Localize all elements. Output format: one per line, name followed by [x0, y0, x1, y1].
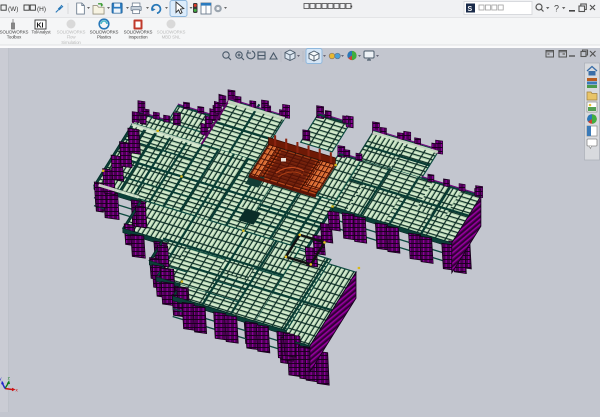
svg-text:(W): (W)	[8, 6, 18, 13]
svg-text:(H): (H)	[37, 6, 46, 13]
svg-text:*: *	[350, 5, 353, 12]
svg-text:Plastics: Plastics	[97, 35, 112, 40]
svg-text:MBD SNL: MBD SNL	[162, 35, 181, 40]
svg-text:TolAnalyst: TolAnalyst	[31, 30, 51, 35]
svg-text:?: ?	[554, 4, 559, 14]
svg-text:KI: KI	[37, 23, 44, 30]
svg-text:S: S	[468, 6, 473, 13]
svg-text:Simulation: Simulation	[61, 40, 81, 45]
svg-text:Inspection: Inspection	[128, 35, 148, 40]
svg-text:Toolbox: Toolbox	[7, 35, 22, 40]
